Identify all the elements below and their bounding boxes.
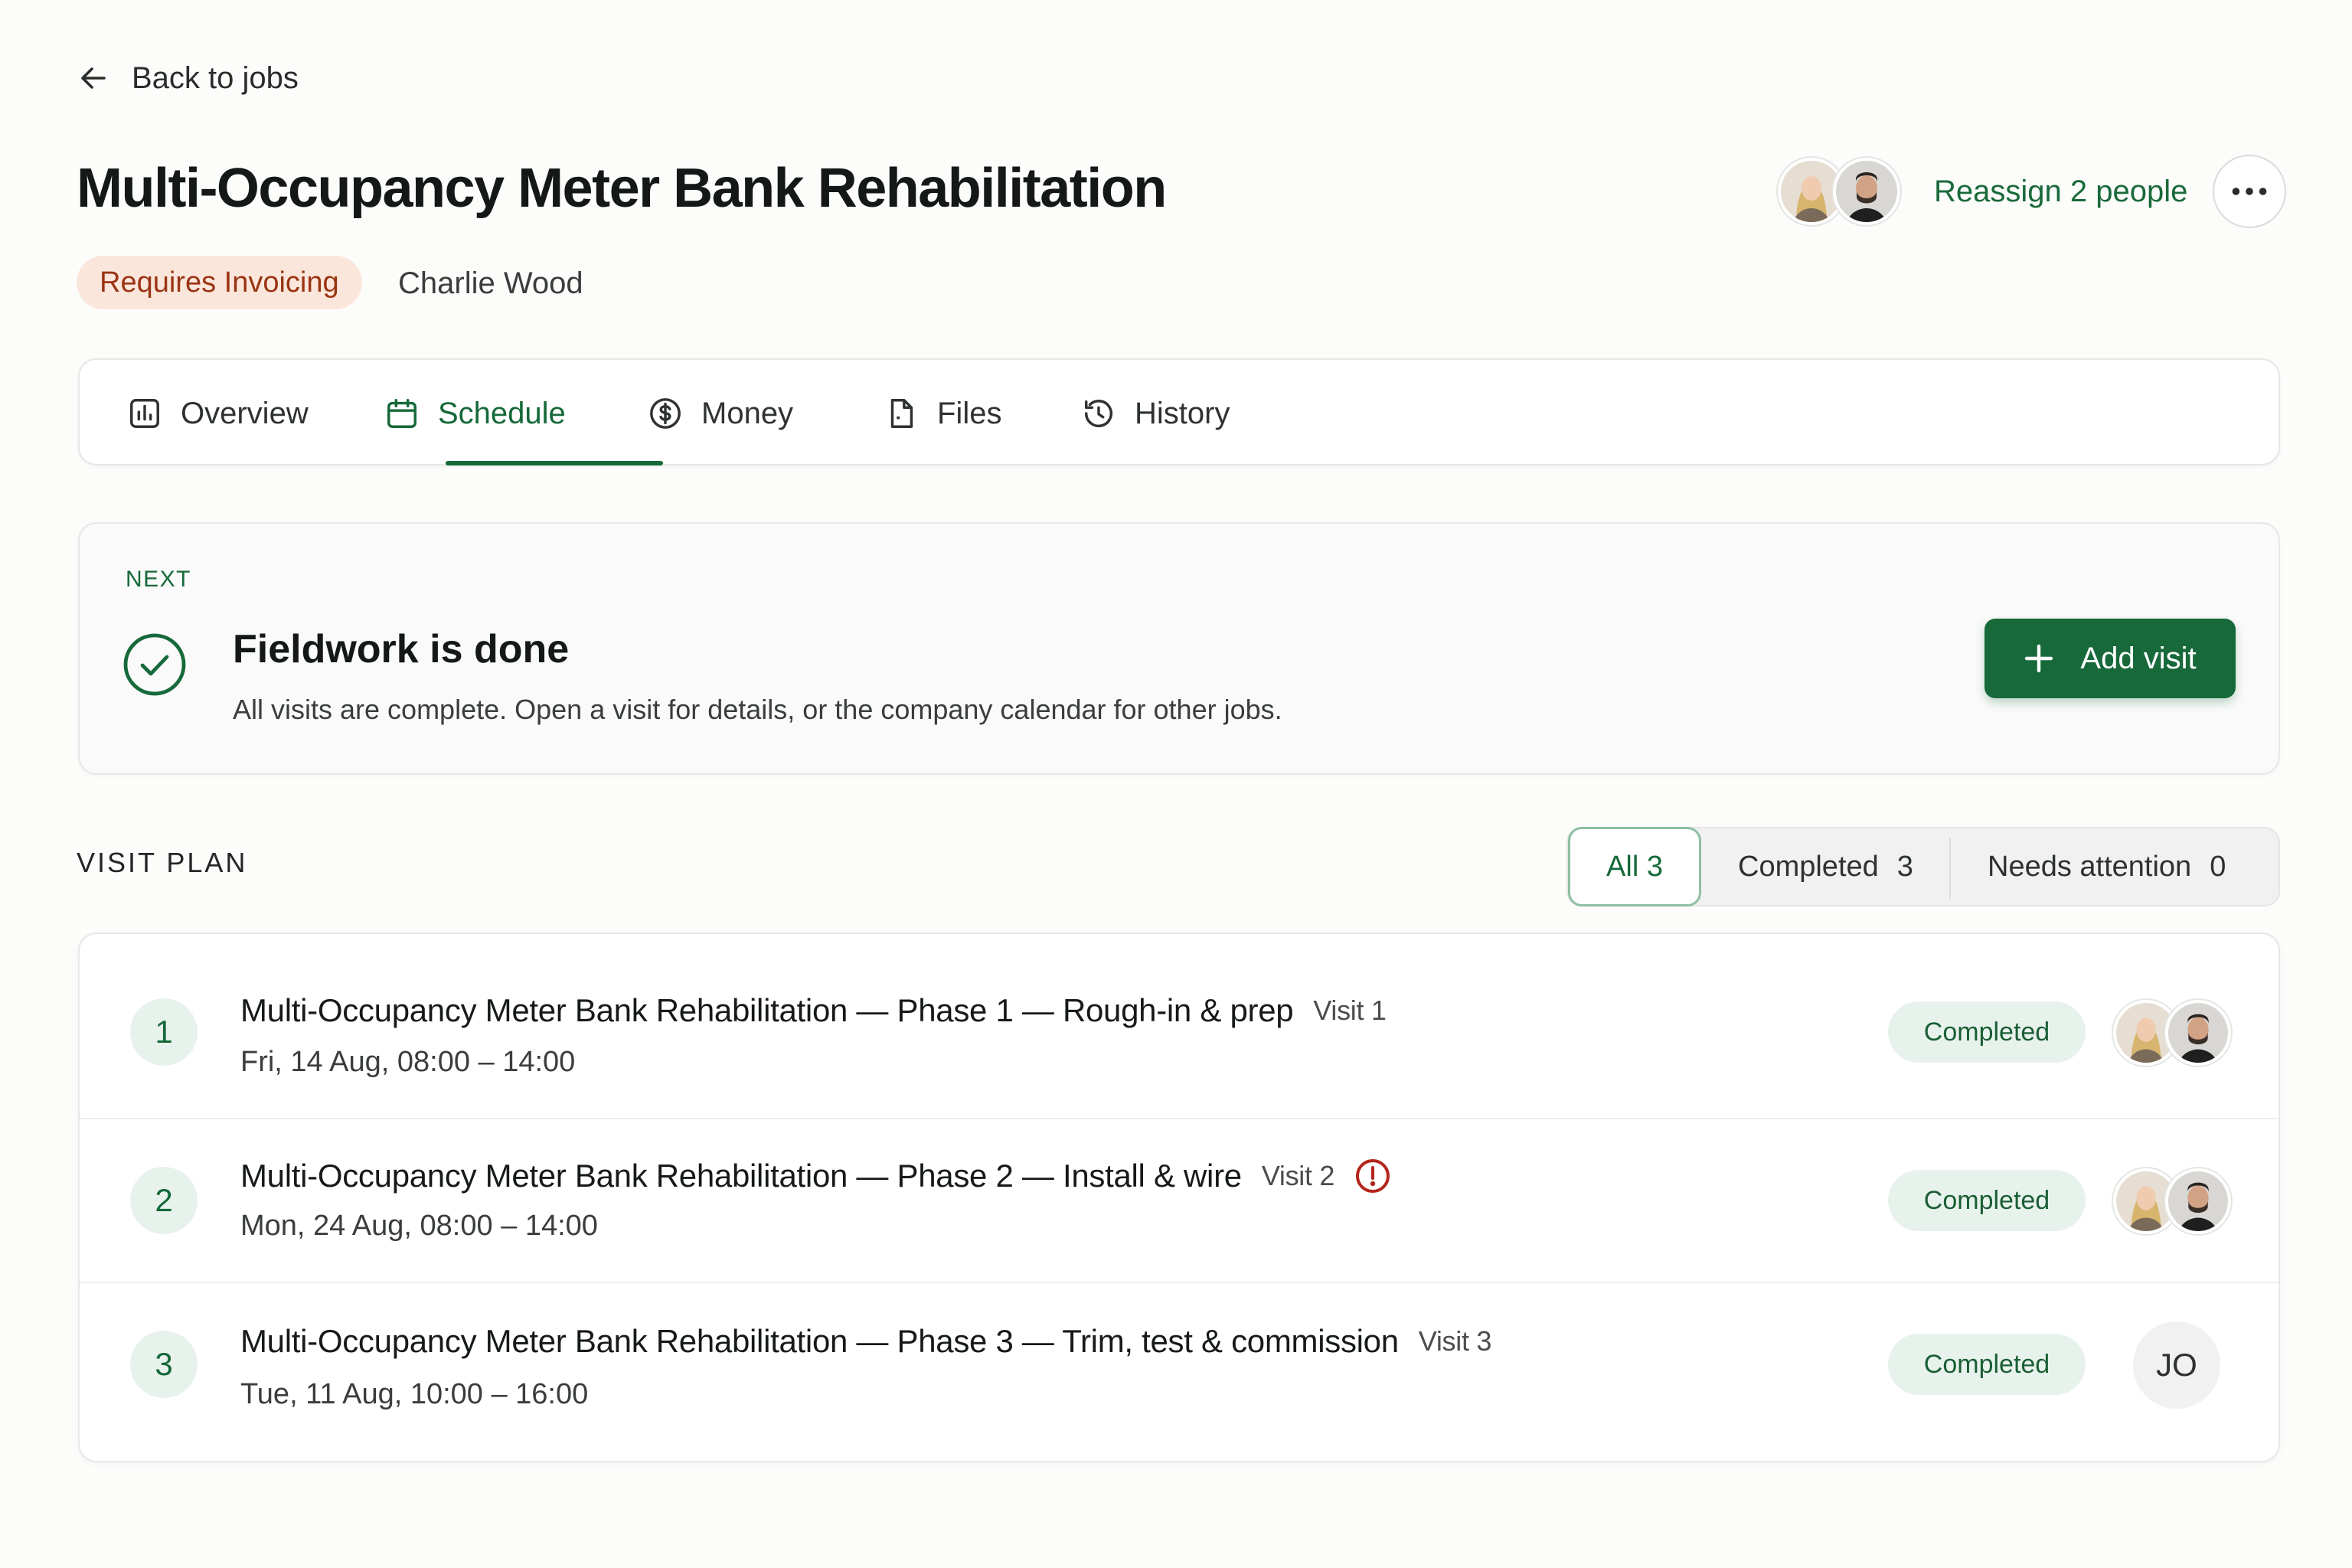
arrow-left-icon [81,67,106,89]
next-label: NEXT [126,567,192,592]
status-badge: Completed [1888,1334,2086,1395]
visit-date: Mon, 24 Aug, 08:00 – 14:00 [240,1210,598,1242]
tab-money[interactable]: Money [648,360,793,467]
visit-title-line: Multi-Occupancy Meter Bank Rehabilitatio… [240,1323,1491,1360]
tab-label: Money [701,396,794,430]
filter-all[interactable]: All 3 [1568,827,1701,906]
next-title: Fieldwork is done [233,627,570,671]
back-label: Back to jobs [132,60,299,95]
plus-icon [2025,644,2053,673]
avatar [2165,1168,2231,1234]
tab-label: Files [937,396,1002,430]
avatar-initials: JO [2133,1321,2220,1409]
next-description: All visits are complete. Open a visit fo… [233,694,1282,725]
visit-filter: All 3 Completed 3 Needs attention 0 [1566,827,2280,906]
visit-plan-label: VISIT PLAN [77,847,248,878]
job-owner: Charlie Wood [398,266,583,300]
visit-label: Visit 1 [1313,995,1387,1026]
avatar [1833,158,1900,225]
visit-title: Multi-Occupancy Meter Bank Rehabilitatio… [240,1323,1399,1359]
tab-files[interactable]: Files [884,360,1001,467]
visit-label: Visit 3 [1418,1325,1492,1357]
status-badge: Completed [1888,1001,2086,1063]
status-badge: Requires Invoicing [77,256,362,309]
tab-history[interactable]: History [1081,360,1230,467]
filter-label: Completed [1738,850,1879,883]
assignee-avatars[interactable] [1778,153,1916,230]
visit-number: 2 [130,1167,198,1234]
filter-label: Needs attention [1988,850,2192,883]
visit-label: Visit 2 [1261,1160,1335,1191]
visit-assignees [2113,1168,2236,1237]
back-to-jobs-link[interactable]: Back to jobs [75,60,299,96]
visit-list: 1 Multi-Occupancy Meter Bank Rehabilitat… [78,933,2280,1462]
add-visit-button[interactable]: Add visit [1984,619,2236,698]
divider [1949,838,1951,899]
more-options-button[interactable] [2213,155,2286,228]
tab-bar: Overview Schedule Money Files History [78,358,2280,466]
history-icon [1084,400,1112,428]
reassign-button[interactable]: Reassign 2 people [1934,175,2187,209]
tab-overview[interactable]: Overview [127,360,309,467]
tab-label: History [1135,396,1230,430]
tab-schedule[interactable]: Schedule [384,360,566,467]
filter-count: 3 [1646,850,1663,883]
page-title: Multi-Occupancy Meter Bank Rehabilitatio… [77,158,1167,219]
chart-icon [130,399,159,428]
avatar [2165,1000,2231,1066]
warning-icon[interactable] [1354,1158,1391,1194]
filter-count: 3 [1896,850,1913,883]
filter-needs-attention[interactable]: Needs attention 0 [1988,828,2226,905]
visit-row[interactable]: 3 Multi-Occupancy Meter Bank Rehabilitat… [80,1282,2278,1446]
status-badge: Completed [1888,1170,2086,1231]
next-step-card: NEXT Fieldwork is done All visits are co… [78,522,2280,775]
check-circle-icon [123,633,186,696]
visit-date: Tue, 11 Aug, 10:00 – 16:00 [240,1378,589,1410]
visit-row[interactable]: 1 Multi-Occupancy Meter Bank Rehabilitat… [80,934,2278,1098]
visit-title-line: Multi-Occupancy Meter Bank Rehabilitatio… [240,1158,1391,1194]
visit-title-line: Multi-Occupancy Meter Bank Rehabilitatio… [240,992,1387,1029]
visit-date: Fri, 14 Aug, 08:00 – 14:00 [240,1046,576,1078]
filter-count: 0 [2210,850,2226,883]
more-horizontal-icon [2232,188,2267,195]
visit-title: Multi-Occupancy Meter Bank Rehabilitatio… [240,992,1294,1028]
visit-row[interactable]: 2 Multi-Occupancy Meter Bank Rehabilitat… [80,1118,2278,1282]
add-visit-label: Add visit [2080,641,2197,675]
filter-completed[interactable]: Completed 3 [1738,828,1913,905]
dollar-icon [650,398,681,429]
active-tab-indicator [446,461,663,466]
visit-number: 1 [130,998,198,1066]
tab-label: Schedule [438,396,566,430]
file-icon [890,399,913,428]
tab-label: Overview [181,396,309,430]
visit-assignees [2113,1000,2236,1069]
visit-number: 3 [130,1331,198,1398]
calendar-icon [387,399,416,428]
visit-title: Multi-Occupancy Meter Bank Rehabilitatio… [240,1158,1242,1194]
filter-label: All [1606,850,1639,883]
